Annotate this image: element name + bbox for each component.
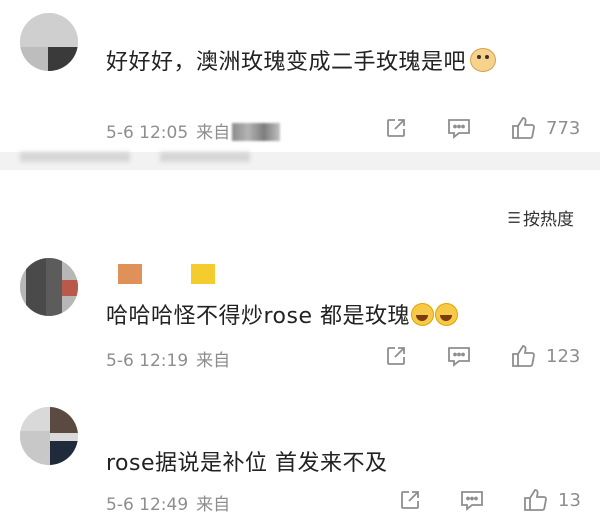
comment-icon [448, 119, 470, 139]
comment-item: 好好好，澳洲玫瑰变成二手玫瑰是吧 5-6 12:05 来自 773 [0, 0, 600, 150]
sort-toggle[interactable]: ☰ 按热度 [507, 205, 574, 231]
share-icon [387, 119, 405, 137]
laugh-cry-emoji-icon [435, 303, 459, 326]
avatar[interactable] [20, 13, 78, 71]
reply-button[interactable] [446, 116, 472, 140]
avatar[interactable] [20, 258, 78, 316]
share-button[interactable] [398, 488, 422, 512]
badge-icon [118, 264, 142, 284]
sort-icon: ☰ [507, 208, 522, 227]
source-label: 来自 [196, 351, 231, 371]
comment-text: 哈哈哈怪不得炒rose 都是玫瑰 [106, 298, 459, 330]
comment-meta: 5-6 12:19 来自 [106, 346, 230, 371]
timestamp: 5-6 12:05 [106, 123, 189, 143]
like-button[interactable]: 13 [522, 486, 581, 514]
like-button[interactable]: 773 [510, 114, 580, 142]
source-label: 来自 [196, 495, 231, 515]
comment-item: rose据说是补位 首发来不及 5-6 12:49 来自 13 [0, 395, 600, 518]
section-divider [0, 152, 600, 170]
source-blurred [232, 123, 281, 141]
comment-text: rose据说是补位 首发来不及 [106, 445, 388, 477]
like-icon [524, 489, 547, 511]
badge-icon [191, 264, 215, 284]
avatar[interactable] [20, 407, 78, 465]
comment-text-content: 好好好，澳洲玫瑰变成二手玫瑰是吧 [106, 50, 467, 75]
comment-icon [448, 347, 470, 367]
like-count: 773 [546, 117, 581, 139]
comment-text-content: rose据说是补位 首发来不及 [106, 451, 388, 476]
laugh-cry-emoji-icon [411, 303, 435, 326]
comment-item: 哈哈哈怪不得炒rose 都是玫瑰 5-6 12:19 来自 123 [0, 250, 600, 380]
comment-meta: 5-6 12:05 来自 [106, 118, 281, 143]
doge-emoji-icon [470, 48, 497, 72]
comment-meta: 5-6 12:49 来自 [106, 490, 230, 515]
timestamp: 5-6 12:49 [106, 495, 189, 515]
reply-button[interactable] [459, 488, 485, 512]
reply-button[interactable] [446, 344, 472, 368]
like-icon [512, 345, 535, 367]
share-icon [387, 347, 405, 365]
like-button[interactable]: 123 [510, 342, 580, 370]
share-button[interactable] [384, 344, 408, 368]
timestamp: 5-6 12:19 [106, 351, 189, 371]
comment-icon [461, 491, 483, 511]
like-count: 13 [558, 489, 581, 511]
source-label: 来自 [196, 123, 231, 143]
share-button[interactable] [384, 116, 408, 140]
sort-label: 按热度 [523, 210, 574, 230]
share-icon [401, 491, 419, 509]
like-icon [512, 117, 535, 139]
comment-text-content: 哈哈哈怪不得炒rose 都是玫瑰 [106, 304, 411, 329]
like-count: 123 [546, 345, 581, 367]
comment-text: 好好好，澳洲玫瑰变成二手玫瑰是吧 [106, 44, 497, 76]
